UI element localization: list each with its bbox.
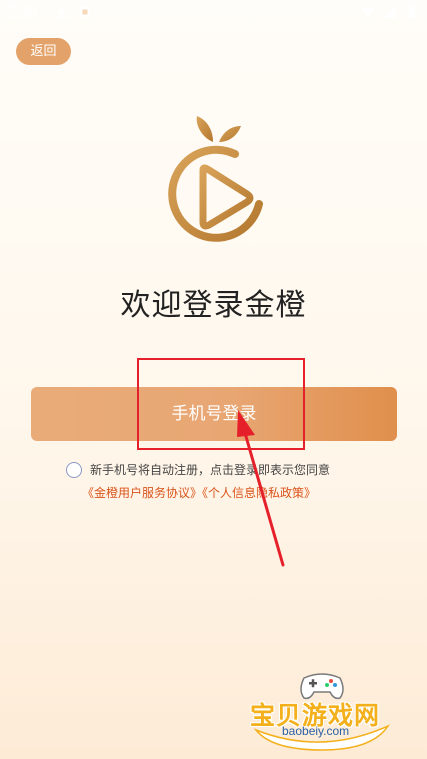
- signal-icon: [384, 6, 396, 18]
- download-icon: [56, 6, 66, 19]
- welcome-title: 欢迎登录金橙: [120, 288, 307, 323]
- status-right-icons: [361, 5, 419, 19]
- watermark: 宝贝游戏网 baobeiy.com: [244, 660, 400, 754]
- status-time: 2:39: [6, 4, 38, 21]
- agreement-radio[interactable]: [66, 462, 82, 478]
- notification-icon: [80, 7, 90, 17]
- status-left-icons: [54, 5, 92, 19]
- wifi-icon: [361, 6, 375, 18]
- watermark-url: baobeiy.com: [282, 724, 350, 738]
- orange-play-logo-icon: [168, 116, 263, 242]
- battery-icon: [409, 5, 415, 18]
- status-bar: 2:39: [0, 0, 427, 28]
- annotation-arrow-icon: [237, 410, 285, 567]
- back-button[interactable]: 返回: [16, 38, 71, 65]
